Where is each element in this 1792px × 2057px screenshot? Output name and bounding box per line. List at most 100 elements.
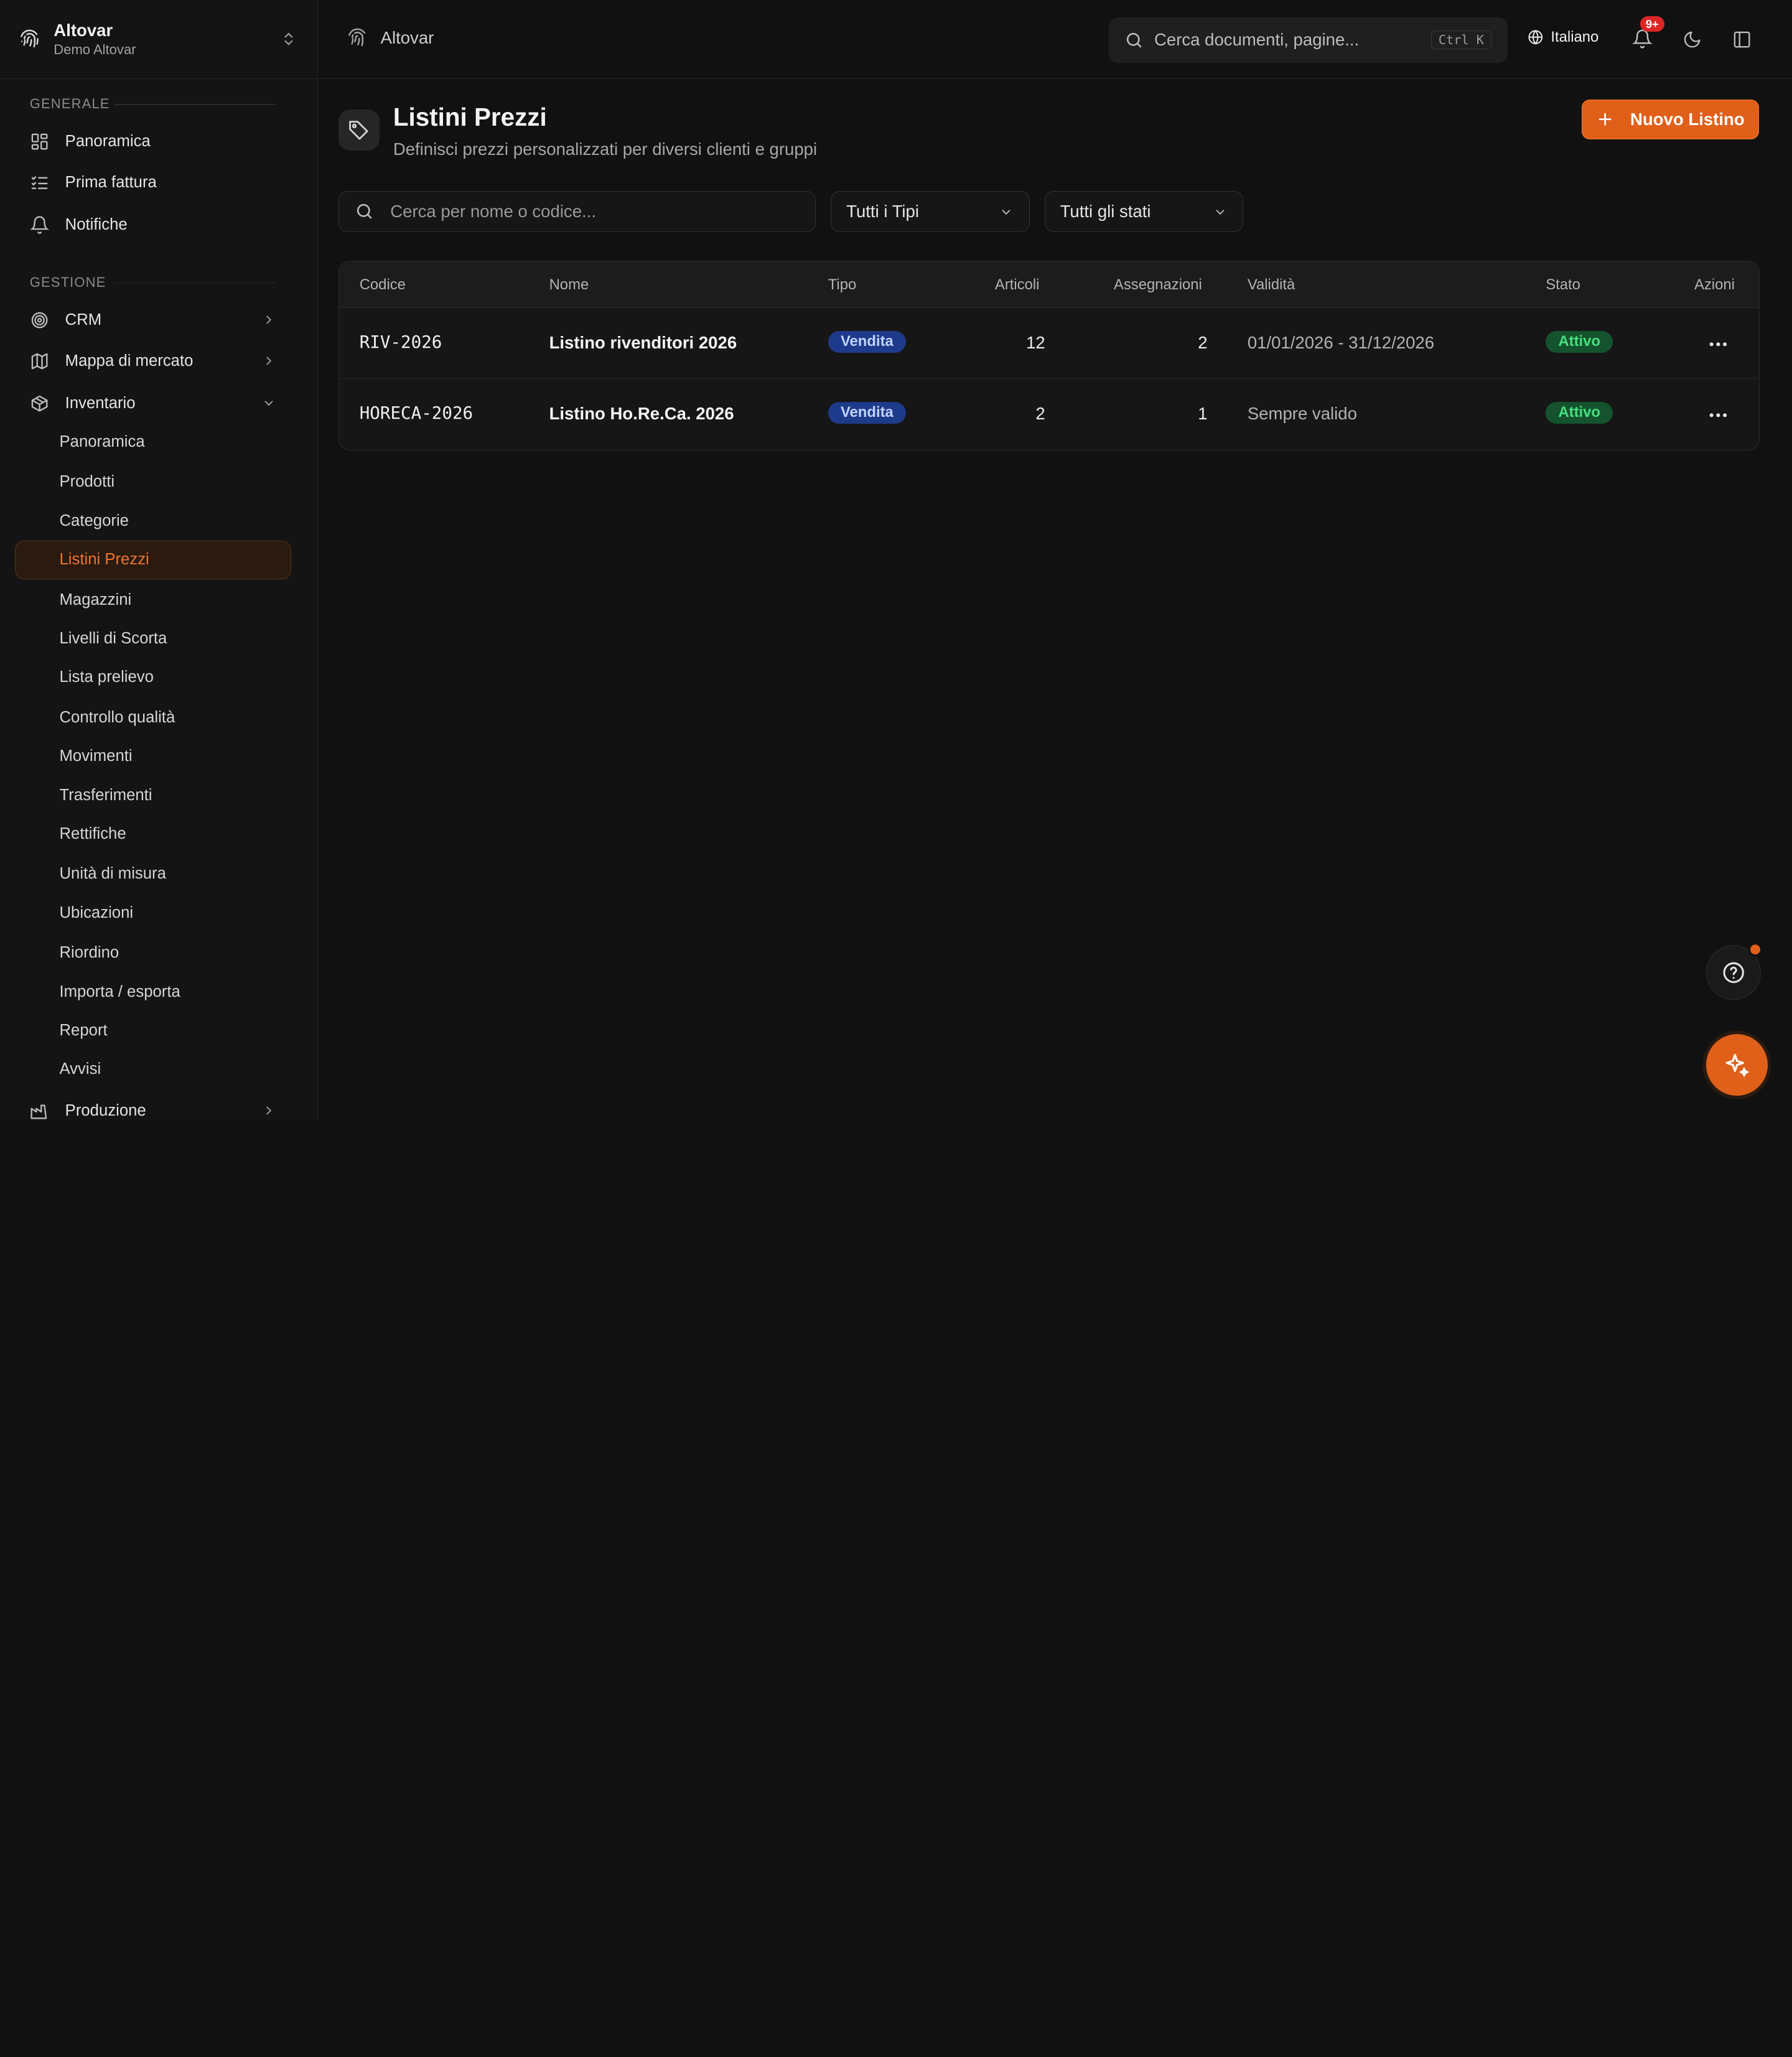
sidebar-subitem-stock-levels[interactable]: Livelli di Scorta <box>60 630 167 648</box>
chevron-right-icon <box>266 315 272 324</box>
sidebar-item-label: Prima fattura <box>65 174 157 192</box>
language-label: Italiano <box>1551 28 1599 45</box>
sidebar-subitem-report[interactable]: Report <box>60 1022 108 1040</box>
tag-icon <box>349 121 368 140</box>
row-items-count: 2 <box>1035 404 1045 424</box>
sidebar-subitem-adjustments[interactable]: Rettifiche <box>60 825 126 843</box>
row-name[interactable]: Listino Ho.Re.Ca. 2026 <box>549 404 734 424</box>
sidebar-item-label: Inventario <box>65 394 136 412</box>
sidebar-item-label: Mappa di mercato <box>65 352 194 370</box>
sidebar-subitem-quality-control[interactable]: Controllo qualità <box>60 709 175 727</box>
type-filter-value: Tutti i Tipi <box>846 201 919 221</box>
column-header-assignments[interactable]: Assegnazioni <box>1114 276 1202 294</box>
sidebar-subitem-categories[interactable]: Categorie <box>60 512 129 530</box>
sidebar-subitem-transfers[interactable]: Trasferimenti <box>60 786 152 805</box>
chevrons-up-down-icon[interactable] <box>281 30 297 48</box>
row-assignments-count: 1 <box>1198 404 1208 424</box>
column-header-actions: Azioni <box>1694 276 1735 293</box>
sidebar-subitem-locations[interactable]: Ubicazioni <box>60 904 134 922</box>
sidebar-subitem-warehouses[interactable]: Magazzini <box>60 591 132 609</box>
sidebar-item-notifications[interactable]: Notifiche <box>29 209 287 241</box>
workspace-switcher[interactable]: Altovar Demo Altovar <box>0 0 317 79</box>
globe-icon <box>1528 30 1542 45</box>
workspace-name: Altovar <box>54 20 113 40</box>
sidebar-subitem-products[interactable]: Prodotti <box>60 473 115 491</box>
list-checks-icon <box>31 176 48 190</box>
panel-left-icon[interactable] <box>1732 30 1752 49</box>
sidebar-subitem-overview[interactable]: Panoramica <box>60 433 145 451</box>
sidebar-subitem-reorder[interactable]: Riordino <box>60 944 119 962</box>
price-lists-table: Codice Nome Tipo Articoli Assegnazioni V… <box>338 260 1760 450</box>
row-validity: 01/01/2026 - 31/12/2026 <box>1247 333 1435 353</box>
new-price-list-button[interactable]: Nuovo Listino <box>1581 99 1759 140</box>
row-code: HORECA-2026 <box>359 403 474 423</box>
section-label-general: Generale <box>29 96 110 112</box>
active-item-highlight <box>14 540 292 580</box>
sidebar-item-label: Notifiche <box>65 216 128 234</box>
global-search-placeholder: Cerca documenti, pagine... <box>1154 30 1360 50</box>
chevron-down-icon <box>1002 210 1010 215</box>
column-header-state[interactable]: Stato <box>1546 276 1580 294</box>
sidebar-subitem-pick-list[interactable]: Lista prelievo <box>60 668 154 686</box>
sidebar-subitem-units[interactable]: Unità di misura <box>60 865 166 883</box>
package-icon <box>31 395 48 412</box>
sidebar-subitem-alerts[interactable]: Avvisi <box>60 1060 101 1078</box>
status-badge: Attivo <box>1546 330 1613 353</box>
column-header-validity[interactable]: Validità <box>1248 276 1295 294</box>
sidebar-item-label: Produzione <box>65 1101 146 1119</box>
row-items-count: 12 <box>1026 333 1045 353</box>
fingerprint-icon <box>348 28 366 47</box>
type-badge: Vendita <box>828 401 906 424</box>
sidebar-item-label: Panoramica <box>65 133 151 151</box>
column-header-type[interactable]: Tipo <box>828 276 857 294</box>
table-row[interactable]: RIV-2026 Listino rivenditori 2026 Vendit… <box>338 308 1760 379</box>
type-filter-select[interactable]: Tutti i Tipi <box>831 190 1030 232</box>
state-filter-select[interactable]: Tutti gli stati <box>1044 190 1244 232</box>
language-selector[interactable]: Italiano <box>1527 28 1599 46</box>
sparkles-icon <box>1725 1053 1748 1076</box>
column-header-items[interactable]: Articoli <box>995 276 1040 294</box>
chevron-right-icon <box>266 357 272 365</box>
section-divider <box>114 282 276 284</box>
ai-assistant-button[interactable] <box>1706 1034 1768 1096</box>
page-subtitle: Definisci prezzi personalizzati per dive… <box>393 139 818 159</box>
sidebar-item-overview[interactable]: Panoramica <box>30 126 287 157</box>
search-placeholder: Cerca per nome o codice... <box>390 201 596 221</box>
breadcrumb[interactable]: Altovar <box>347 27 434 48</box>
moon-icon[interactable] <box>1682 30 1702 49</box>
chevron-down-icon <box>1216 210 1225 215</box>
column-header-name[interactable]: Nome <box>549 276 589 294</box>
breadcrumb-label: Altovar <box>380 27 434 47</box>
shortcut-hint: Ctrl K <box>1430 30 1491 50</box>
type-badge: Vendita <box>828 330 906 353</box>
workspace-subtitle: Demo Altovar <box>54 41 136 57</box>
layout-dashboard-icon <box>31 133 48 150</box>
more-horizontal-icon[interactable] <box>1707 333 1730 356</box>
sidebar-item-inventory[interactable]: Inventario <box>30 388 287 419</box>
factory-icon <box>30 1104 47 1119</box>
global-search-input[interactable]: Cerca documenti, pagine... Ctrl K <box>1108 17 1508 63</box>
sidebar-item-crm[interactable]: CRM <box>30 304 287 336</box>
section-divider <box>114 104 276 105</box>
column-header-code[interactable]: Codice <box>360 276 406 294</box>
search-icon <box>357 204 372 219</box>
row-validity: Sempre valido <box>1247 404 1357 424</box>
sidebar-item-production[interactable]: Produzione <box>30 1095 287 1127</box>
bell-icon <box>29 216 49 234</box>
row-code: RIV-2026 <box>359 332 442 352</box>
table-row[interactable]: HORECA-2026 Listino Ho.Re.Ca. 2026 Vendi… <box>339 379 1760 450</box>
row-name[interactable]: Listino rivenditori 2026 <box>549 333 737 353</box>
sidebar-item-first-invoice[interactable]: Prima fattura <box>30 167 287 198</box>
state-filter-value: Tutti gli stati <box>1060 201 1151 221</box>
sidebar: Altovar Demo Altovar Generale Panoramica… <box>0 0 318 1120</box>
status-badge: Attivo <box>1546 401 1613 424</box>
more-horizontal-icon[interactable] <box>1707 404 1730 427</box>
sidebar-item-market-map[interactable]: Mappa di mercato <box>30 345 287 377</box>
plus-icon <box>1598 113 1612 126</box>
sidebar-subitem-import-export[interactable]: Importa / esporta <box>60 983 180 1001</box>
sidebar-subitem-movements[interactable]: Movimenti <box>60 747 133 765</box>
sidebar-subitem-price-lists[interactable]: Listini Prezzi <box>60 551 149 569</box>
page-title: Listini Prezzi <box>393 103 547 132</box>
price-list-search-input[interactable]: Cerca per nome o codice... <box>338 190 816 232</box>
section-label-management: Gestione <box>29 274 106 290</box>
